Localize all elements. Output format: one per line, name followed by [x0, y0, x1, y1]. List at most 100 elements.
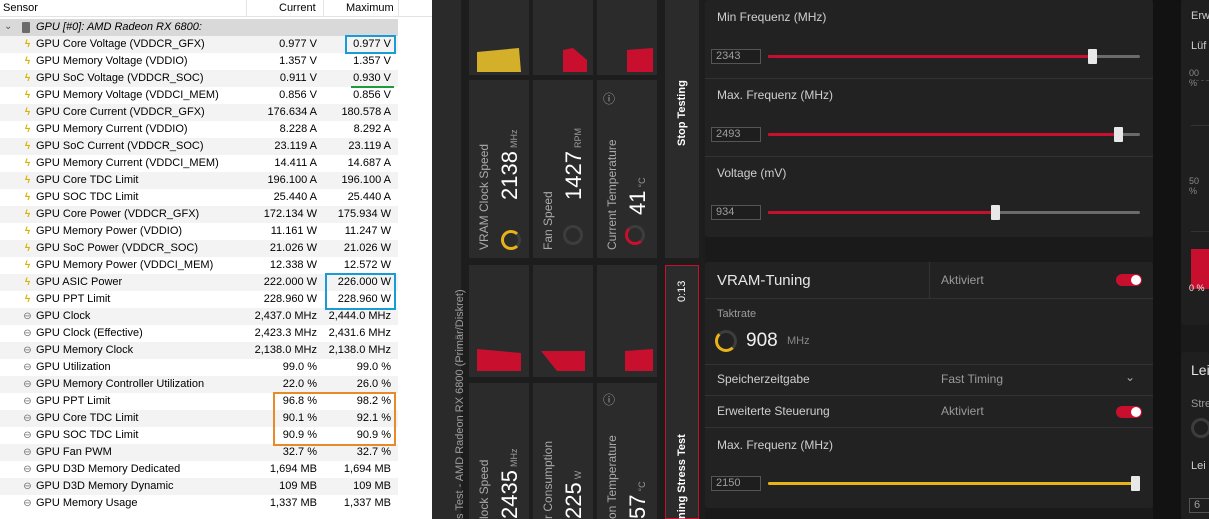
fan-speed-gauge-icon	[563, 225, 583, 245]
stress-label-partial: Stre	[1191, 398, 1209, 410]
sensor-current-value: 22.0 %	[282, 378, 317, 390]
sensor-row[interactable]: ϟ GPU SoC Voltage (VDDCR_SOC) 0.911 V 0.930…	[0, 70, 398, 87]
power-value: 225	[561, 482, 586, 519]
slider-thumb[interactable]	[991, 205, 1000, 220]
sensor-name: GPU SoC Power (VDDCR_SOC)	[36, 242, 198, 254]
voltage-bolt-icon: ϟ	[24, 226, 31, 237]
current-column-header[interactable]: Current	[279, 2, 316, 14]
gpu-clock-value: 2435	[497, 470, 522, 519]
clock-sensor-icon: ⊖	[23, 396, 32, 407]
running-stress-test-label: ning Stress Test	[676, 434, 688, 519]
sensor-name: GPU Core TDC Limit	[36, 412, 139, 424]
min-frequency-slider[interactable]	[768, 49, 1140, 64]
sensor-name: GPU Fan PWM	[36, 446, 112, 458]
vram-tuning-toggle[interactable]	[1116, 274, 1142, 286]
test-timer: 0:13	[676, 280, 688, 302]
column-header: Sensor Current Maximum	[0, 0, 432, 17]
sensor-row[interactable]: ⊖ GPU Clock 2,437.0 MHz 2,444.0 MHz	[0, 308, 398, 325]
sensor-row[interactable]: ⊖ GPU Clock (Effective) 2,423.3 MHz 2,431.6…	[0, 325, 398, 342]
sensor-row[interactable]: ϟ GPU Memory Current (VDDCI_MEM) 14.411 A 1…	[0, 155, 398, 172]
sensor-row[interactable]: ⊖ GPU Memory Usage 1,337 MB 1,337 MB	[0, 495, 398, 512]
power-label-partial: Lei	[1191, 362, 1209, 378]
sensor-row[interactable]: ϟ GPU Core Power (VDDCR_GFX) 172.134 W 175.…	[0, 206, 398, 223]
fan-speed-label: Fan Speed	[541, 191, 555, 250]
sensor-row[interactable]: ϟ GPU Core Voltage (VDDCR_GFX) 0.977 V 0.97…	[0, 36, 398, 53]
slider-thumb[interactable]	[1131, 476, 1140, 491]
sensor-row[interactable]: ϟ GPU SOC TDC Limit 25.440 A 25.440 A	[0, 189, 398, 206]
sensor-name: GPU PPT Limit	[36, 293, 111, 305]
power-label: r Consumption	[541, 440, 555, 519]
voltage-bolt-icon: ϟ	[24, 209, 31, 220]
sensor-row[interactable]: ⊖ GPU Memory Controller Utilization 22.0 %…	[0, 376, 398, 393]
sensor-row[interactable]: ϟ GPU Memory Current (VDDIO) 8.228 A 8.292 …	[0, 121, 398, 138]
sensor-row[interactable]: ϟ GPU Memory Voltage (VDDIO) 1.357 V 1.357 …	[0, 53, 398, 70]
voltage-bolt-icon: ϟ	[24, 107, 31, 118]
fan-curve-pct-mid: 50 %	[1189, 176, 1200, 196]
stress-test-title: s Test - AMD Radeon RX 6800 (Primär/Disk…	[454, 289, 466, 519]
sensor-max-value: 12.572 W	[343, 259, 391, 271]
sensor-name: GPU Core TDC Limit	[36, 174, 139, 186]
sensor-name: GPU D3D Memory Dedicated	[36, 463, 181, 475]
sensor-max-value: 109 MB	[353, 480, 391, 492]
sensor-current-value: 1,694 MB	[269, 463, 317, 475]
sensor-row[interactable]: ⊖ GPU Memory Clock 2,138.0 MHz 2,138.0 MHz	[0, 342, 398, 359]
sensor-column-header[interactable]: Sensor	[3, 2, 38, 14]
sensor-current-value: 109 MB	[279, 480, 317, 492]
max-frequency-slider[interactable]	[768, 127, 1140, 142]
sensor-row[interactable]: ⊖ GPU Fan PWM 32.7 % 32.7 %	[0, 444, 398, 461]
sensor-row[interactable]: ϟ GPU SoC Power (VDDCR_SOC) 21.026 W 21.026…	[0, 240, 398, 257]
sensor-current-value: 222.000 W	[263, 276, 317, 288]
sensor-max-value: 196.100 A	[341, 174, 391, 186]
junction-temperature-unit: °C	[637, 481, 647, 492]
sensor-name: GPU Memory Current (VDDCI_MEM)	[36, 157, 219, 169]
sensor-current-value: 23.119 A	[274, 140, 317, 152]
voltage-bolt-icon: ϟ	[24, 124, 31, 135]
clock-sensor-icon: ⊖	[23, 328, 32, 339]
running-stress-test-indicator: 0:13 ning Stress Test	[665, 265, 699, 519]
collapse-chevron-icon[interactable]: ⌄	[4, 21, 12, 32]
sensor-group-row[interactable]: ⌄ GPU [#0]: AMD Radeon RX 6800:	[0, 19, 398, 36]
voltage-bolt-icon: ϟ	[24, 260, 31, 271]
sensor-current-value: 32.7 %	[282, 446, 317, 458]
sensor-row[interactable]: ϟ GPU Memory Voltage (VDDCI_MEM) 0.856 V 0.…	[0, 87, 398, 104]
sensor-name: GPU Clock	[36, 310, 91, 322]
sensor-max-value: 1.357 V	[353, 55, 391, 67]
vram-max-frequency-input[interactable]: 2150	[711, 476, 761, 491]
gpu-clock-label: lock Speed	[477, 459, 491, 519]
voltage-slider[interactable]	[768, 205, 1140, 220]
sensor-row[interactable]: ϟ GPU SoC Current (VDDCR_SOC) 23.119 A 23.1…	[0, 138, 398, 155]
sensor-row[interactable]: ϟ GPU Memory Power (VDDCI_MEM) 12.338 W 12.…	[0, 257, 398, 274]
temperature-unit: °C	[637, 177, 647, 188]
advanced-control-toggle[interactable]	[1116, 406, 1142, 418]
sensor-row[interactable]: ϟ GPU Core Current (VDDCR_GFX) 176.634 A 18…	[0, 104, 398, 121]
slider-thumb[interactable]	[1088, 49, 1097, 64]
clock-sensor-icon: ⊖	[23, 447, 32, 458]
hwinfo-sensor-panel: Sensor Current Maximum ⌄ GPU [#0]: AMD R…	[0, 0, 432, 519]
power-limit-input-partial[interactable]: 6	[1189, 498, 1209, 513]
power-gauge-icon	[1191, 418, 1209, 438]
sensor-row[interactable]: ϟ GPU Core TDC Limit 196.100 A 196.100 A	[0, 172, 398, 189]
sensor-row[interactable]: ⊖ GPU D3D Memory Dedicated 1,694 MB 1,694 M…	[0, 461, 398, 478]
sensor-max-value: 99.0 %	[356, 361, 391, 373]
chevron-down-icon[interactable]: ⌄	[1125, 370, 1135, 384]
memory-timing-select[interactable]: Fast Timing	[941, 372, 1003, 386]
sensor-max-value: 175.934 W	[337, 208, 391, 220]
min-frequency-input[interactable]: 2343	[711, 49, 761, 64]
sensor-row[interactable]: ⊖ GPU Utilization 99.0 % 99.0 %	[0, 359, 398, 376]
stop-testing-button[interactable]: Stop Testing	[665, 0, 699, 258]
fan-speed-unit: RPM	[573, 128, 583, 149]
sensor-row[interactable]: ⊖ GPU D3D Memory Dynamic 109 MB 109 MB	[0, 478, 398, 495]
vram-tuning-status: Aktiviert	[941, 273, 984, 287]
info-icon[interactable]: ⓘ	[603, 391, 615, 408]
vram-max-frequency-slider[interactable]	[768, 476, 1140, 491]
sensor-current-value: 1,337 MB	[269, 497, 317, 509]
temperature-value: 41	[625, 190, 650, 215]
voltage-input[interactable]: 934	[711, 205, 761, 220]
slider-thumb[interactable]	[1114, 127, 1123, 142]
sensor-row[interactable]: ϟ GPU Memory Power (VDDIO) 11.161 W 11.247 …	[0, 223, 398, 240]
sensor-max-value: 23.119 A	[348, 140, 391, 152]
max-frequency-input[interactable]: 2493	[711, 127, 761, 142]
sensor-name: GPU SOC TDC Limit	[36, 191, 139, 203]
maximum-column-header[interactable]: Maximum	[346, 2, 394, 14]
info-icon[interactable]: ⓘ	[603, 90, 615, 107]
